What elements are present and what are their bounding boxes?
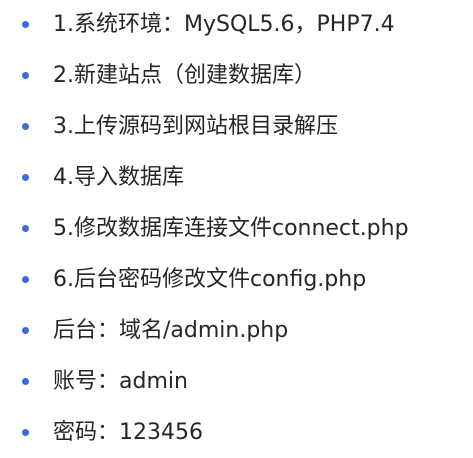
bullet-dot-icon xyxy=(22,123,29,130)
list-item-text: 1.系统环境：MySQL5.6，PHP7.4 xyxy=(53,12,395,37)
bullet-dot-icon xyxy=(22,174,29,181)
bullet-dot-icon xyxy=(22,378,29,385)
bullet-dot-icon xyxy=(22,429,29,436)
list-item-text: 4.导入数据库 xyxy=(53,165,184,190)
list-item-text: 6.后台密码修改文件config.php xyxy=(53,267,367,292)
bullet-dot-icon xyxy=(22,276,29,283)
list-item: 4.导入数据库 xyxy=(0,161,473,195)
bullet-dot-icon xyxy=(22,72,29,79)
list-item: 3.上传源码到网站根目录解压 xyxy=(0,110,473,144)
document-page: 1.系统环境：MySQL5.6，PHP7.4 2.新建站点（创建数据库） 3.上… xyxy=(0,0,473,458)
list-item: 后台：域名/admin.php xyxy=(0,314,473,348)
list-item: 2.新建站点（创建数据库） xyxy=(0,59,473,93)
list-item-text: 5.修改数据库连接文件connect.php xyxy=(53,216,409,241)
list-item: 账号：admin xyxy=(0,365,473,399)
list-item-text: 密码：123456 xyxy=(53,420,203,445)
bullet-dot-icon xyxy=(22,21,29,28)
list-item-text: 后台：域名/admin.php xyxy=(53,318,289,343)
list-item: 5.修改数据库连接文件connect.php xyxy=(0,212,473,246)
bullet-dot-icon xyxy=(22,225,29,232)
bullet-dot-icon xyxy=(22,327,29,334)
list-item-text: 3.上传源码到网站根目录解压 xyxy=(53,114,338,139)
list-item-text: 2.新建站点（创建数据库） xyxy=(53,63,316,88)
list-item: 密码：123456 xyxy=(0,416,473,450)
list-item: 6.后台密码修改文件config.php xyxy=(0,263,473,297)
list-item-text: 账号：admin xyxy=(53,369,188,394)
list-item: 1.系统环境：MySQL5.6，PHP7.4 xyxy=(0,8,473,42)
